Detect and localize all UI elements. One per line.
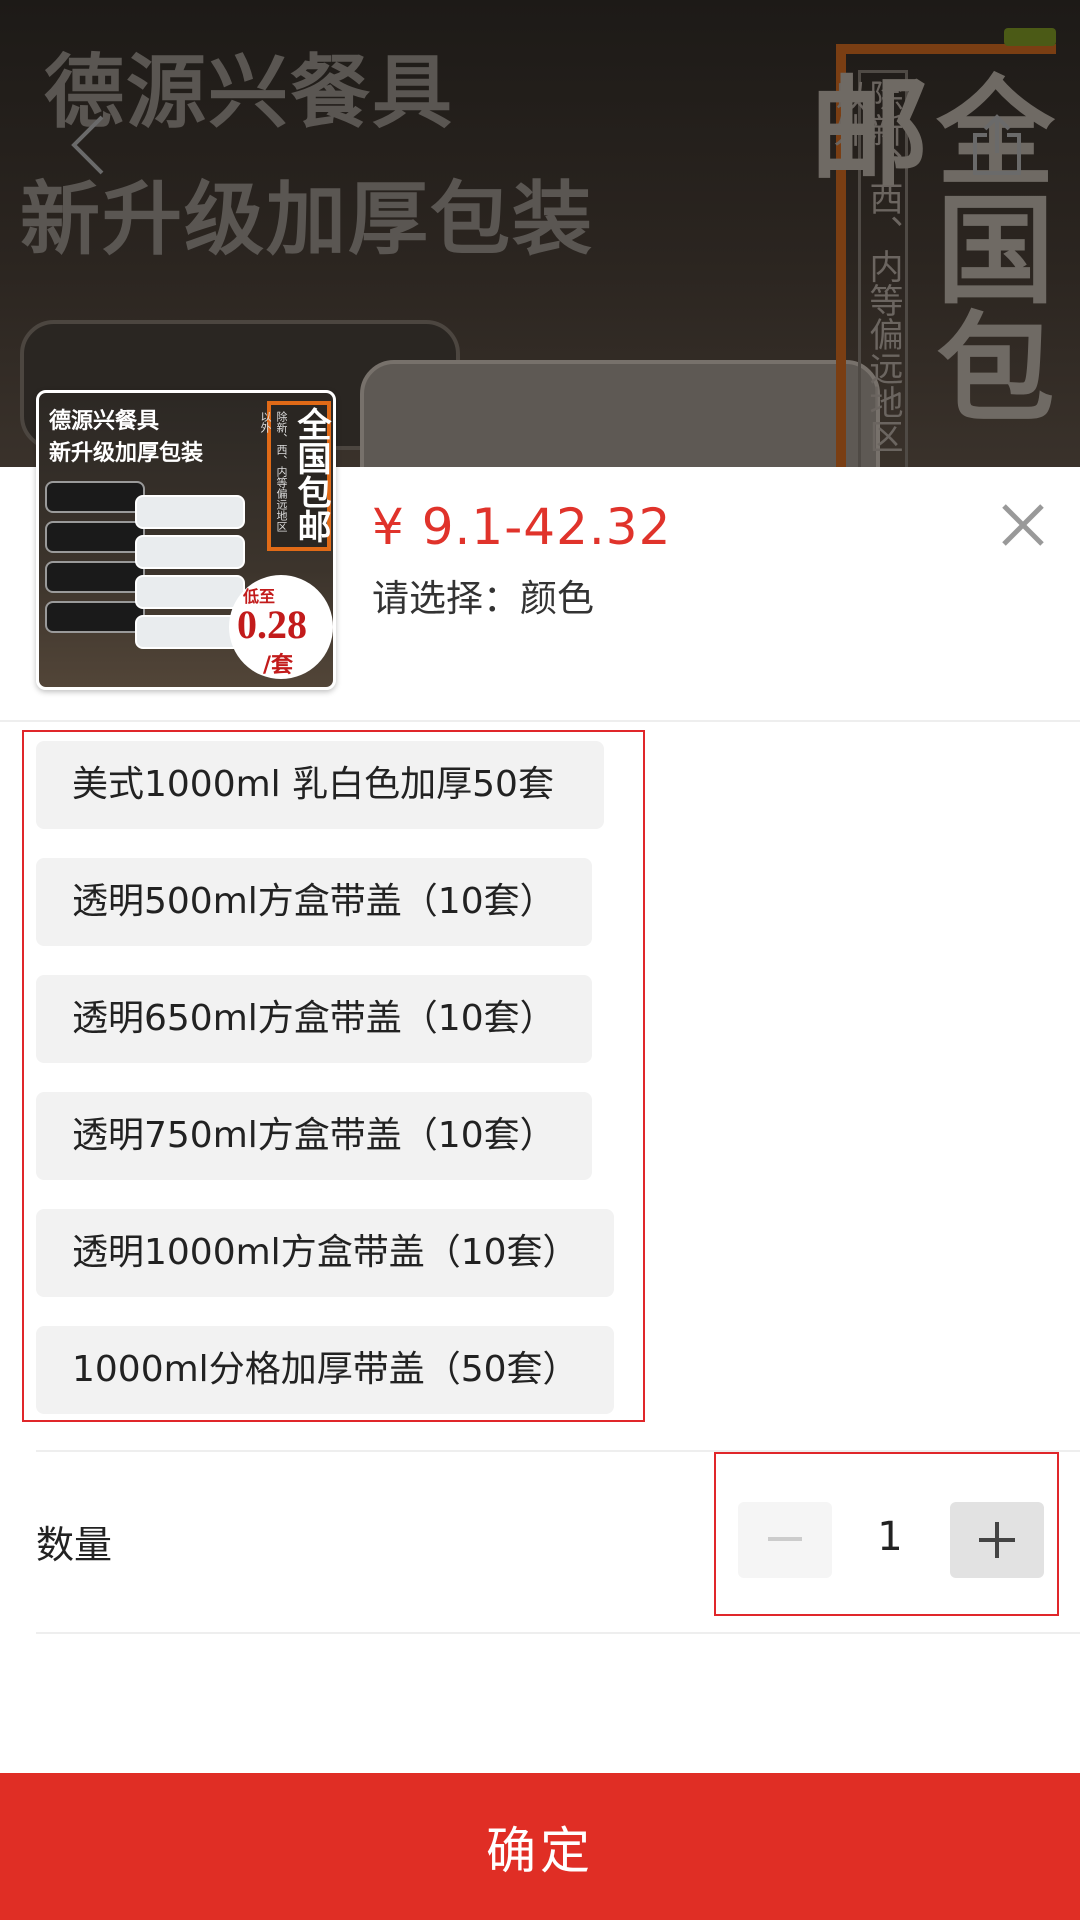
- thumb-black-box: [45, 521, 145, 553]
- close-icon: [1002, 504, 1044, 546]
- thumb-black-box: [45, 561, 145, 593]
- thumb-clear-box: [135, 575, 245, 609]
- thumb-title-1: 德源兴餐具: [49, 409, 160, 434]
- option-chip[interactable]: 美式1000ml 乳白色加厚50套: [36, 741, 604, 829]
- quantity-value[interactable]: 1: [850, 1514, 930, 1560]
- product-thumbnail: 德源兴餐具 新升级加厚包装 除新、西、内等偏远地区以外 全国包邮 低至 0.28…: [36, 390, 336, 690]
- options-highlight: [22, 730, 645, 1422]
- back-arrow-icon: [71, 115, 104, 175]
- back-button[interactable]: [58, 110, 118, 180]
- thumb-title-2: 新升级加厚包装: [49, 441, 204, 466]
- divider: [0, 720, 1080, 722]
- badge-price: 0.28: [237, 602, 307, 647]
- banner-tag: [1004, 28, 1056, 46]
- thumb-clear-box: [135, 495, 245, 529]
- thumb-black-box: [45, 601, 145, 633]
- quantity-increment-button[interactable]: [950, 1502, 1044, 1578]
- option-chip[interactable]: 透明1000ml方盒带盖（10套）: [36, 1209, 614, 1297]
- option-chip[interactable]: 透明500ml方盒带盖（10套）: [36, 858, 592, 946]
- option-chip[interactable]: 透明650ml方盒带盖（10套）: [36, 975, 592, 1063]
- thumb-black-box: [45, 481, 145, 513]
- option-chip[interactable]: 透明750ml方盒带盖（10套）: [36, 1092, 592, 1180]
- share-icon: [973, 114, 1021, 175]
- thumb-clear-box: [135, 535, 245, 569]
- close-button[interactable]: [996, 498, 1050, 552]
- share-button[interactable]: [966, 110, 1028, 180]
- select-hint: 请选择：颜色: [372, 577, 594, 620]
- minus-icon: [768, 1537, 802, 1541]
- thumb-side-note: 除新、西、内等偏远地区以外: [259, 411, 288, 532]
- divider: [36, 1632, 1080, 1634]
- thumb-side-big: 全国包邮: [291, 407, 331, 543]
- quantity-decrement-button[interactable]: [738, 1502, 832, 1578]
- option-chip[interactable]: 1000ml分格加厚带盖（50套）: [36, 1326, 614, 1414]
- sku-selector-page: 德源兴餐具 新升级加厚包装 除新、西、内等偏远地区以外 全国包邮 德源兴餐具 新…: [0, 0, 1080, 1920]
- thumb-price-badge: 低至 0.28 /套: [229, 575, 333, 679]
- banner-tray-image: [360, 360, 880, 470]
- badge-unit: /套: [263, 653, 294, 678]
- confirm-button[interactable]: 确定: [0, 1773, 1080, 1920]
- plus-icon: [979, 1522, 1015, 1558]
- price-range: ¥ 9.1-42.32: [372, 498, 672, 556]
- quantity-label: 数量: [36, 1523, 113, 1567]
